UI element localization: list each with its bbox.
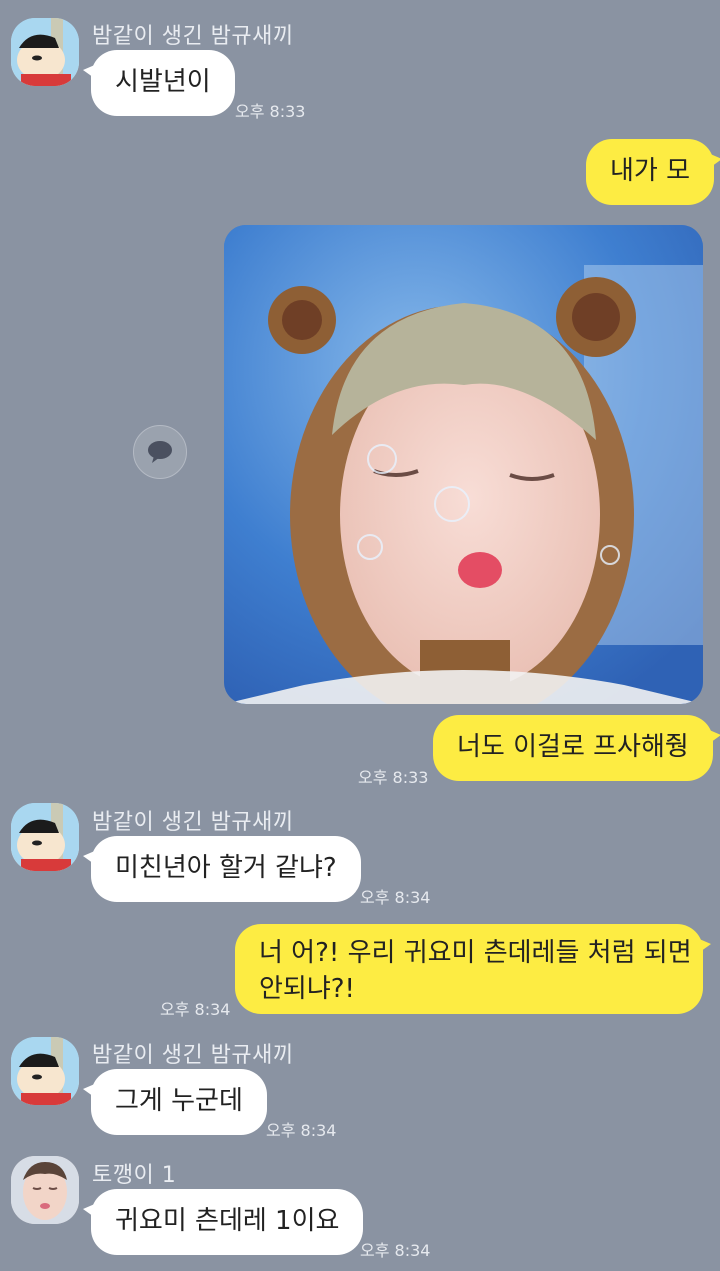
- message-time: 오후 8:34: [360, 888, 431, 907]
- incoming-message-bubble[interactable]: 귀요미 츤데레 1이요: [82, 1189, 364, 1255]
- message-time: 오후 8:34: [266, 1121, 337, 1140]
- outgoing-message-bubble[interactable]: 너도 이걸로 프사해줭: [433, 715, 720, 781]
- incoming-message-bubble[interactable]: 미친년아 할거 같냐?: [83, 836, 361, 902]
- photo-message[interactable]: [224, 225, 703, 704]
- message-time: 오후 8:34: [160, 1000, 231, 1019]
- sender-avatar[interactable]: [11, 1156, 79, 1224]
- share-button[interactable]: [133, 425, 187, 479]
- sender-avatar[interactable]: [11, 803, 79, 871]
- sender-name: 밤같이 생긴 밤규새끼: [92, 24, 294, 49]
- photo-image: [224, 225, 703, 704]
- message-time: 오후 8:33: [235, 102, 306, 121]
- message-line: 너 어?! 우리 귀요미 츤데레들 처럼 되면: [259, 938, 692, 968]
- incoming-message-bubble[interactable]: 그게 누군데: [83, 1069, 267, 1135]
- message-line: 안되냐?!: [259, 974, 355, 1004]
- message-time: 오후 8:33: [358, 768, 429, 787]
- outgoing-message-bubble[interactable]: 너 어?! 우리 귀요미 츤데레들 처럼 되면 안되냐?!: [235, 924, 711, 1014]
- speech-bubble-share-icon: [148, 441, 172, 463]
- incoming-message-bubble[interactable]: 시발년이: [83, 50, 235, 116]
- message-time: 오후 8:34: [360, 1241, 431, 1260]
- sender-avatar[interactable]: [11, 18, 79, 86]
- outgoing-message-bubble[interactable]: 내가 모: [586, 139, 720, 205]
- sender-name: 밤같이 생긴 밤규새끼: [92, 810, 294, 835]
- sender-avatar[interactable]: [11, 1037, 79, 1105]
- sender-name: 밤같이 생긴 밤규새끼: [92, 1043, 294, 1068]
- sender-name: 토깽이 1: [92, 1163, 177, 1188]
